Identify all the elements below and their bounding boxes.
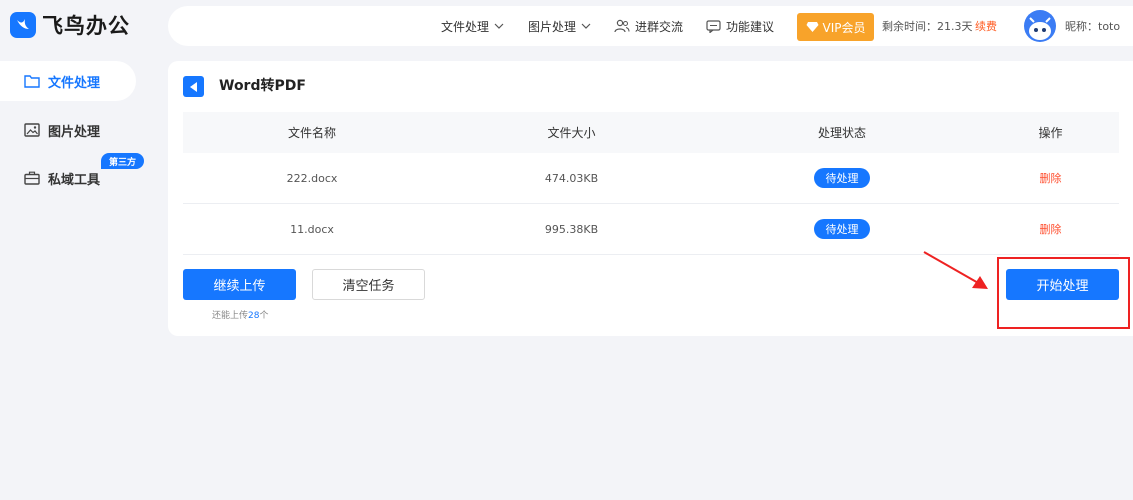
delete-link[interactable]: 删除 [1040, 223, 1062, 236]
annotation-arrow-icon [923, 251, 988, 289]
vip-label: VIP会员 [822, 20, 866, 35]
image-icon [24, 123, 40, 137]
brand-name: 飞鸟办公 [42, 14, 130, 38]
diamond-icon [806, 22, 818, 32]
brand-logo[interactable]: 飞鸟办公 [10, 10, 130, 40]
hint-count: 28 [248, 311, 260, 321]
file-name: 11.docx [290, 222, 334, 236]
main-panel: Word转PDF 文件名称 文件大小 处理状态 操作 222.docx 474.… [168, 61, 1133, 336]
sidebar-item-label: 文件处理 [48, 75, 101, 91]
status-badge: 待处理 [814, 219, 870, 239]
page-title: Word转PDF [219, 78, 306, 94]
robot-avatar-icon [1029, 17, 1051, 40]
chevron-down-icon [581, 23, 591, 29]
renew-link[interactable]: 续费 [975, 6, 997, 46]
remaining-label: 剩余时间： [882, 20, 937, 33]
continue-upload-button[interactable]: 继续上传 [183, 269, 296, 300]
column-header-size: 文件大小 [547, 126, 596, 140]
file-size: 995.38KB [544, 222, 599, 236]
file-name: 222.docx [286, 171, 338, 185]
file-table: 文件名称 文件大小 处理状态 操作 222.docx 474.03KB 待处理 … [183, 112, 1119, 255]
nickname: 昵称：toto [1065, 20, 1121, 33]
top-bar: 文件处理 图片处理 进群交流 功能建议 VIP会员 剩余时间： 21.3天 续费… [168, 6, 1133, 46]
nav-label: 进群交流 [635, 19, 684, 34]
back-arrow-icon [189, 81, 197, 92]
clear-tasks-button[interactable]: 清空任务 [312, 269, 425, 300]
bird-logo-icon [10, 12, 36, 38]
avatar[interactable] [1024, 10, 1056, 42]
hint-prefix: 还能上传 [212, 311, 249, 321]
table-header: 文件名称 文件大小 处理状态 操作 [183, 112, 1119, 153]
upload-remaining-hint: 还能上传28个 [212, 308, 268, 321]
sidebar-item-label: 图片处理 [48, 124, 101, 140]
column-header-action: 操作 [1038, 126, 1063, 140]
nav-join-group[interactable]: 进群交流 [614, 6, 683, 46]
nav-file-processing[interactable]: 文件处理 [441, 6, 504, 46]
annotation-highlight-box [997, 257, 1130, 329]
nav-label: 图片处理 [528, 19, 577, 34]
chevron-down-icon [494, 23, 504, 29]
third-party-badge: 第三方 [101, 153, 144, 169]
sidebar-item-label: 私域工具 [48, 172, 101, 188]
status-cell: 待处理 [702, 219, 982, 239]
folder-icon [24, 75, 40, 88]
hint-suffix: 个 [259, 311, 269, 321]
status-badge: 待处理 [814, 168, 870, 188]
nav-image-processing[interactable]: 图片处理 [528, 6, 591, 46]
vip-button[interactable]: VIP会员 [797, 13, 874, 41]
people-icon [614, 19, 630, 33]
sidebar-item-private-tools[interactable]: 私域工具 [0, 158, 100, 198]
column-header-status: 处理状态 [817, 126, 866, 140]
toolbox-icon [24, 171, 40, 185]
chat-icon [706, 19, 721, 33]
remaining-value: 21.3天 [937, 20, 973, 33]
column-header-name: 文件名称 [287, 126, 336, 140]
status-cell: 待处理 [702, 168, 982, 188]
action-cell: 删除 [982, 221, 1119, 237]
sidebar-item-image-processing[interactable]: 图片处理 [0, 110, 100, 150]
nav-label: 文件处理 [441, 19, 490, 34]
file-size: 474.03KB [544, 171, 599, 185]
nav-label: 功能建议 [726, 19, 775, 34]
action-cell: 删除 [982, 170, 1119, 186]
remaining-time: 剩余时间： 21.3天 [882, 6, 973, 46]
delete-link[interactable]: 删除 [1040, 172, 1062, 185]
back-button[interactable] [183, 76, 204, 97]
table-row: 222.docx 474.03KB 待处理 删除 [183, 153, 1119, 204]
nav-feedback[interactable]: 功能建议 [706, 6, 774, 46]
sidebar-item-file-processing[interactable]: 文件处理 [0, 61, 136, 101]
